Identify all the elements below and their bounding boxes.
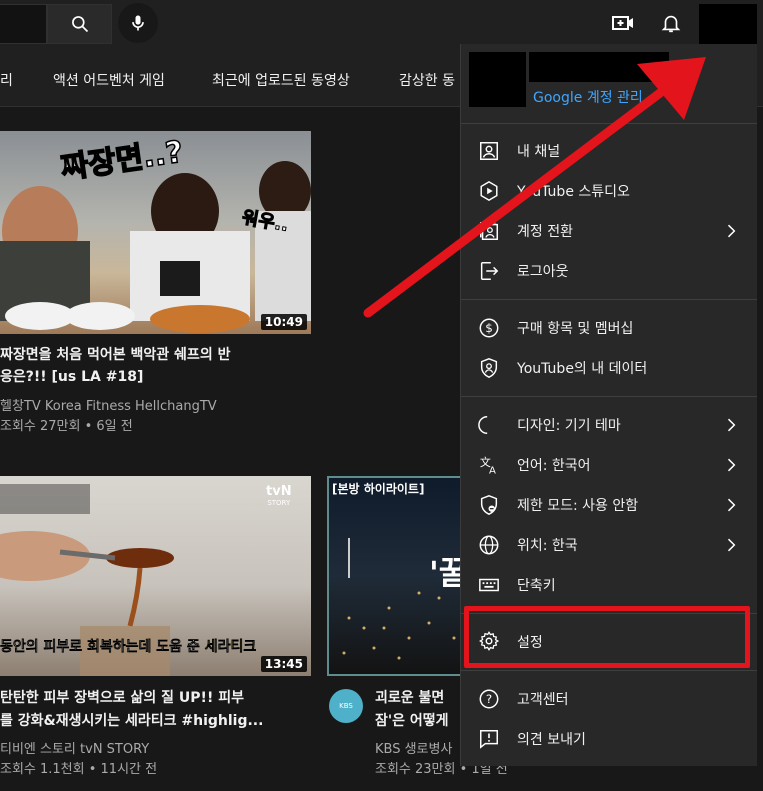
menu-item-keyboard-shortcuts[interactable]: 단축키: [461, 565, 757, 605]
notifications-button[interactable]: [656, 8, 686, 38]
video-title[interactable]: 괴로운 불면: [375, 687, 444, 709]
channel-avatar[interactable]: KBS: [329, 689, 363, 723]
menu-item-my-channel[interactable]: 내 채널: [461, 131, 757, 171]
menu-item-restricted-mode[interactable]: 제한 모드: 사용 안함: [461, 485, 757, 525]
channel-name[interactable]: 티비엔 스토리 tvN STORY: [0, 738, 149, 757]
menu-item-location[interactable]: 위치: 한국: [461, 525, 757, 565]
settings-highlight-box: [464, 606, 750, 668]
caption-text: 동안의 피부로 회복하는데 도움 준: [0, 639, 205, 655]
svg-text:?: ?: [486, 692, 492, 706]
voice-search-button[interactable]: [118, 3, 158, 43]
menu-item-label: 위치: 한국: [517, 538, 578, 554]
channel-name[interactable]: KBS 생로병사: [375, 738, 452, 757]
search-icon: [71, 16, 88, 33]
chevron-right-icon: [727, 498, 736, 512]
chevron-right-icon: [727, 418, 736, 432]
menu-item-label: 구매 항목 및 멤버십: [517, 321, 634, 337]
menu-item-label: YouTube 스튜디오: [517, 184, 630, 200]
menu-item-purchases[interactable]: $ 구매 항목 및 멤버십: [461, 308, 757, 348]
menu-item-switch-account[interactable]: 계정 전환: [461, 211, 757, 251]
tvn-logo: tvN STORY: [266, 484, 292, 507]
shield-person-icon: [477, 356, 501, 380]
menu-item-label: 제한 모드: 사용 안함: [517, 498, 639, 514]
menu-item-label: 의견 보내기: [517, 732, 586, 748]
svg-text:$: $: [485, 321, 493, 335]
divider: [461, 670, 757, 671]
menu-item-help[interactable]: ? 고객센터: [461, 679, 757, 719]
mic-icon: [132, 15, 144, 31]
account-name: [529, 52, 669, 82]
video-duration: 10:49: [260, 314, 307, 330]
menu-item-label: 로그아웃: [517, 264, 569, 280]
keyboard-icon: [477, 573, 501, 597]
svg-text:A: A: [489, 465, 496, 476]
video-thumbnail[interactable]: [본방 하이라이트] '꿀: [327, 476, 467, 676]
divider: [461, 396, 757, 397]
create-button[interactable]: [608, 8, 638, 38]
help-icon: ?: [477, 687, 501, 711]
dollar-icon: $: [477, 316, 501, 340]
video-title[interactable]: 잠'은 어떻게: [375, 710, 449, 732]
switch-account-icon: [477, 219, 501, 243]
chip[interactable]: 리: [0, 70, 13, 90]
thumbnail-badge: [본방 하이라이트]: [332, 482, 425, 496]
studio-icon: [477, 179, 501, 203]
caption-highlight: 세라티크: [204, 639, 257, 655]
menu-item-label: 언어: 한국어: [517, 458, 591, 474]
feedback-icon: [477, 727, 501, 751]
thumbnail-caption: 동안의 피부로 회복하는데 도움 준 세라티크: [0, 636, 256, 656]
menu-item-label: 단축키: [517, 578, 556, 594]
video-thumbnail[interactable]: tvN STORY 동안의 피부로 회복하는데 도움 준 세라티크 13:45: [0, 476, 311, 676]
menu-item-label: 계정 전환: [517, 224, 573, 240]
account-avatar: [469, 52, 526, 107]
logo-text: STORY: [267, 499, 291, 507]
account-header: Google 계정 관리: [461, 44, 757, 118]
menu-item-label: 내 채널: [517, 144, 561, 160]
bell-icon: [661, 15, 681, 33]
search-input[interactable]: [0, 4, 47, 44]
channel-name[interactable]: 헬창TV Korea Fitness HellchangTV: [0, 395, 217, 414]
menu-item-appearance[interactable]: 디자인: 기기 테마: [461, 405, 757, 445]
sign-out-icon: [477, 259, 501, 283]
menu-item-language[interactable]: 文A 언어: 한국어: [461, 445, 757, 485]
divider: [461, 299, 757, 300]
chevron-right-icon: [727, 458, 736, 472]
video-meta: 조회수 27만회 • 6일 전: [0, 419, 133, 434]
person-icon: [477, 139, 501, 163]
video-thumbnail[interactable]: 짜장면..? 워우.. 10:49: [0, 131, 311, 334]
video-meta: 조회수 1.1천회 • 11시간 전: [0, 762, 158, 777]
logo-text: tvN: [266, 484, 292, 499]
chip[interactable]: 최근에 업로드된 동영상: [212, 70, 350, 90]
divider: [461, 123, 757, 124]
video-title[interactable]: 탄탄한 피부 장벽으로 삶의 질 UP!! 피부: [0, 687, 244, 709]
restricted-mode-icon: [477, 493, 501, 517]
create-video-icon: [612, 16, 633, 30]
menu-item-label: YouTube의 내 데이터: [517, 361, 648, 377]
video-title[interactable]: 응은?!! [us LA #18]: [0, 366, 143, 388]
channel-avatar-label: KBS: [339, 702, 353, 710]
menu-item-sign-out[interactable]: 로그아웃: [461, 251, 757, 291]
video-title[interactable]: 를 강화&재생시키는 세라티크 #highlig...: [0, 710, 263, 732]
menu-item-label: 고객센터: [517, 692, 569, 708]
chevron-right-icon: [727, 224, 736, 238]
video-duration: 13:45: [260, 656, 307, 672]
search-button[interactable]: [47, 4, 112, 44]
menu-item-your-data[interactable]: YouTube의 내 데이터: [461, 348, 757, 388]
globe-icon: [477, 533, 501, 557]
moon-icon: [477, 413, 501, 437]
chip[interactable]: 액션 어드벤처 게임: [53, 70, 165, 90]
manage-google-account-link[interactable]: Google 계정 관리: [533, 87, 643, 107]
menu-item-send-feedback[interactable]: 의견 보내기: [461, 719, 757, 759]
video-title[interactable]: 짜장면을 처음 먹어본 백악관 쉐프의 반: [0, 344, 230, 366]
translate-icon: 文A: [477, 453, 501, 477]
menu-item-label: 디자인: 기기 테마: [517, 418, 621, 434]
chevron-right-icon: [727, 538, 736, 552]
chip[interactable]: 감상한 동: [399, 70, 455, 90]
menu-item-youtube-studio[interactable]: YouTube 스튜디오: [461, 171, 757, 211]
